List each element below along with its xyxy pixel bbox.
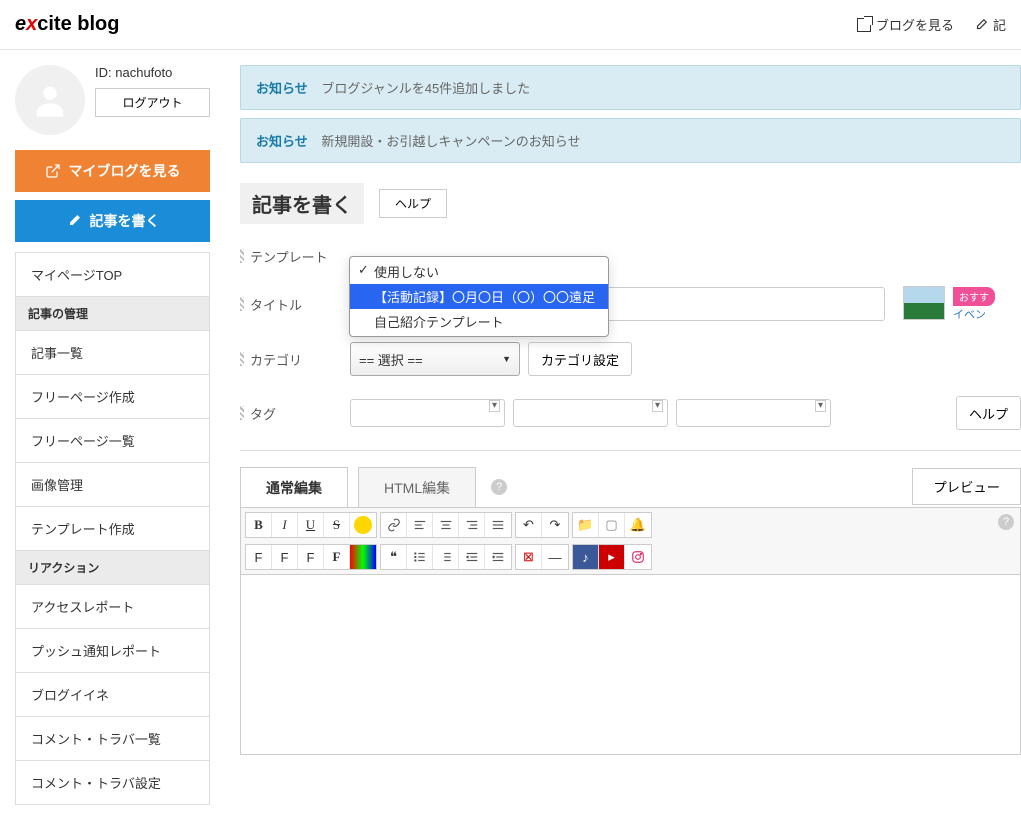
- font-button-1[interactable]: F: [246, 545, 272, 569]
- event-link[interactable]: イベン: [953, 306, 995, 322]
- nav-comment-list[interactable]: コメント・トラバ一覧: [16, 717, 209, 761]
- nav-blog-like[interactable]: ブログイイネ: [16, 673, 209, 717]
- folder-button[interactable]: 📁: [573, 513, 599, 537]
- tag-input-2[interactable]: [513, 399, 668, 427]
- editor-textarea[interactable]: [240, 575, 1021, 755]
- template-option-none[interactable]: 使用しない: [350, 259, 608, 284]
- chevron-down-icon: ▼: [502, 354, 511, 364]
- tag-input-1[interactable]: [350, 399, 505, 427]
- nav-freepage-create[interactable]: フリーページ作成: [16, 375, 209, 419]
- remove-format-button[interactable]: ⊠: [516, 545, 542, 569]
- nav-section-reaction: リアクション: [16, 551, 209, 585]
- notice-2[interactable]: お知らせ 新規開設・お引越しキャンペーンのお知らせ: [240, 118, 1021, 163]
- nav-comment-settings[interactable]: コメント・トラバ設定: [16, 761, 209, 804]
- nav-template-create[interactable]: テンプレート作成: [16, 507, 209, 551]
- recommend-badge: おすす: [953, 287, 995, 306]
- italic-button[interactable]: I: [272, 513, 298, 537]
- font-button-4[interactable]: F: [324, 545, 350, 569]
- toolbar-help-icon[interactable]: ?: [998, 514, 1014, 530]
- align-right-button[interactable]: [459, 513, 485, 537]
- nav-freepage-list[interactable]: フリーページ一覧: [16, 419, 209, 463]
- youtube-button[interactable]: ▸: [599, 545, 625, 569]
- help-button[interactable]: ヘルプ: [379, 189, 447, 218]
- list-ol-button[interactable]: [433, 545, 459, 569]
- thumbnail-image[interactable]: [903, 286, 945, 320]
- template-option-intro[interactable]: 自己紹介テンプレート: [350, 309, 608, 334]
- external-link-icon: [857, 18, 871, 32]
- font-button-2[interactable]: F: [272, 545, 298, 569]
- external-link-icon: [45, 163, 61, 179]
- hr-button[interactable]: —: [542, 545, 568, 569]
- underline-button[interactable]: U: [298, 513, 324, 537]
- bold-button[interactable]: B: [246, 513, 272, 537]
- template-label: テンプレート: [240, 247, 350, 266]
- emoji-button[interactable]: [350, 513, 376, 537]
- logout-button[interactable]: ログアウト: [95, 88, 210, 117]
- undo-button[interactable]: ↶: [516, 513, 542, 537]
- align-left-button[interactable]: [407, 513, 433, 537]
- font-button-3[interactable]: F: [298, 545, 324, 569]
- tag-input-3[interactable]: [676, 399, 831, 427]
- color-button[interactable]: [350, 545, 376, 569]
- align-justify-button[interactable]: [485, 513, 511, 537]
- redo-button[interactable]: ↷: [542, 513, 568, 537]
- book-button[interactable]: ▢: [599, 513, 625, 537]
- nav-mypage-top[interactable]: マイページTOP: [16, 253, 209, 297]
- category-select[interactable]: == 選択 == ▼: [350, 342, 520, 376]
- music-button[interactable]: ♪: [573, 545, 599, 569]
- write-link[interactable]: 記: [974, 15, 1006, 34]
- write-post-button[interactable]: 記事を書く: [15, 200, 210, 242]
- profile-id: ID: nachufoto: [95, 65, 210, 80]
- tab-html-edit[interactable]: HTML編集: [358, 467, 476, 508]
- align-center-button[interactable]: [433, 513, 459, 537]
- nav-push-report[interactable]: プッシュ通知レポート: [16, 629, 209, 673]
- outdent-button[interactable]: [459, 545, 485, 569]
- pencil-icon: [66, 213, 82, 229]
- template-dropdown[interactable]: 使用しない 【活動記録】〇月〇日（〇）〇〇遠足 自己紹介テンプレート: [349, 256, 609, 337]
- link-button[interactable]: [381, 513, 407, 537]
- list-ul-button[interactable]: [407, 545, 433, 569]
- category-settings-button[interactable]: カテゴリ設定: [528, 342, 632, 376]
- view-myblog-button[interactable]: マイブログを見る: [15, 150, 210, 192]
- tag-label: タグ: [240, 404, 350, 423]
- bell-button[interactable]: 🔔: [625, 513, 651, 537]
- nav-image-manage[interactable]: 画像管理: [16, 463, 209, 507]
- preview-button[interactable]: プレビュー: [912, 468, 1021, 505]
- help-icon[interactable]: ?: [491, 479, 507, 495]
- notice-1[interactable]: お知らせ ブログジャンルを45件追加しました: [240, 65, 1021, 110]
- tab-normal-edit[interactable]: 通常編集: [240, 467, 348, 508]
- strike-button[interactable]: S: [324, 513, 350, 537]
- nav-section-manage: 記事の管理: [16, 297, 209, 331]
- edit-icon: [974, 18, 988, 32]
- category-label: カテゴリ: [240, 350, 350, 369]
- instagram-button[interactable]: [625, 545, 651, 569]
- nav-post-list[interactable]: 記事一覧: [16, 331, 209, 375]
- tag-help-button[interactable]: ヘルプ: [956, 396, 1021, 430]
- view-blog-link[interactable]: ブログを見る: [857, 15, 954, 34]
- avatar: [15, 65, 85, 135]
- page-title: 記事を書く: [240, 183, 364, 224]
- quote-button[interactable]: ❝: [381, 545, 407, 569]
- logo[interactable]: excite blog: [15, 13, 119, 36]
- nav-access-report[interactable]: アクセスレポート: [16, 585, 209, 629]
- title-label: タイトル: [240, 295, 350, 314]
- editor-toolbar: B I U S ↶ ↷ 📁: [240, 507, 1021, 575]
- indent-button[interactable]: [485, 545, 511, 569]
- template-option-activity[interactable]: 【活動記録】〇月〇日（〇）〇〇遠足: [350, 284, 608, 309]
